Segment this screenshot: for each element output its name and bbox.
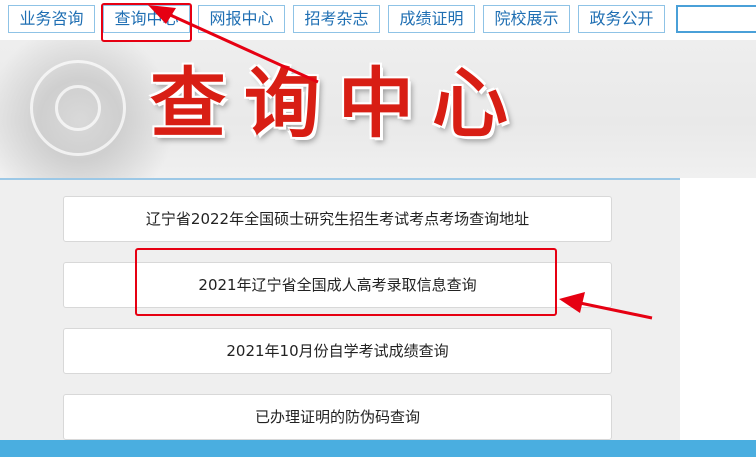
content-right-margin	[680, 178, 756, 440]
page-title: 查询中心	[150, 59, 526, 148]
annotation-highlight-query-center	[101, 3, 192, 42]
nav-item-government-affairs[interactable]: 政务公开	[578, 5, 665, 33]
bottom-bar	[0, 440, 756, 457]
hero-banner: 查询中心	[0, 40, 756, 178]
nav-search-box[interactable]	[676, 5, 756, 33]
hero-ring-graphic-inner	[55, 85, 101, 131]
nav-item-exam-magazine[interactable]: 招考杂志	[293, 5, 380, 33]
nav-item-online-registration[interactable]: 网报中心	[198, 5, 285, 33]
annotation-highlight-adult-exam	[135, 248, 557, 316]
nav-item-score-certificate[interactable]: 成绩证明	[388, 5, 475, 33]
nav-item-school-showcase[interactable]: 院校展示	[483, 5, 570, 33]
query-item-self-study-score[interactable]: 2021年10月份自学考试成绩查询	[63, 328, 612, 374]
query-item-graduate-exam-room[interactable]: 辽宁省2022年全国硕士研究生招生考试考点考场查询地址	[63, 196, 612, 242]
query-item-certificate-anticounterfeit[interactable]: 已办理证明的防伪码查询	[63, 394, 612, 440]
nav-item-business-consult[interactable]: 业务咨询	[8, 5, 95, 33]
